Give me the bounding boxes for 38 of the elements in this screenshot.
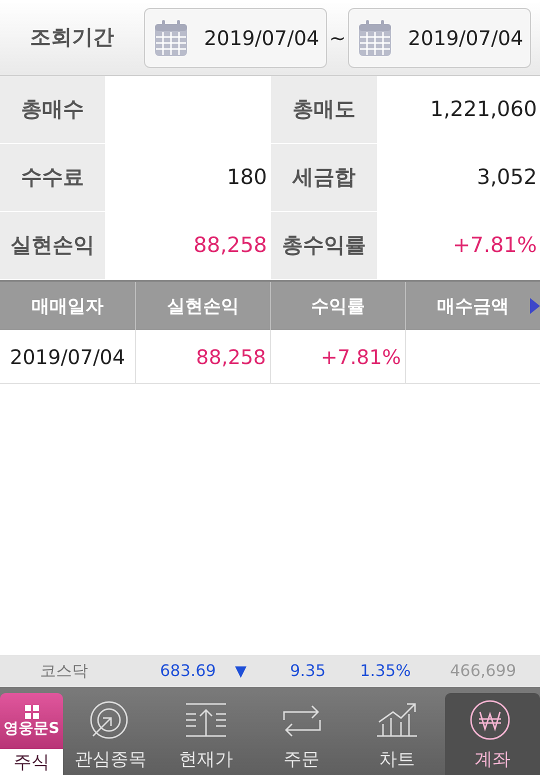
nav-tab[interactable]: 주문 — [254, 693, 350, 775]
nav-tab[interactable]: 차트 — [349, 693, 445, 775]
date-picker[interactable]: 2019/07/04 — [144, 8, 327, 68]
summary-label: 총매도 — [270, 76, 377, 144]
summary-label: 총매수 — [0, 76, 105, 144]
calendar-icon — [358, 18, 392, 56]
column-header: 실현손익 — [167, 294, 239, 318]
app-logo: 영웅문S — [4, 718, 60, 738]
summary-label: 실현손익 — [0, 212, 105, 280]
index-name: 코스닥 — [39, 660, 89, 682]
summary-value: 1,221,060 — [430, 96, 537, 124]
summary-label: 세금합 — [270, 144, 377, 212]
table-cell-text: +7.81% — [320, 344, 401, 370]
summary-label: 총수익률 — [270, 212, 377, 280]
grid-icon — [24, 704, 38, 719]
scroll-right-icon[interactable] — [530, 298, 540, 314]
period-label: 조회기간 — [29, 24, 115, 51]
summary-label: 수수료 — [0, 144, 105, 212]
summary-value: +7.81% — [452, 232, 537, 260]
change-arrow: ▼ — [235, 660, 247, 682]
nav-tab[interactable]: 관심종목 — [63, 693, 158, 775]
summary-value: 88,258 — [194, 232, 267, 260]
table-cell-text: 88,258 — [196, 344, 266, 370]
range-separator: ~ — [328, 24, 347, 52]
summary-value: 3,052 — [476, 164, 537, 192]
calendar-icon — [154, 18, 188, 56]
column-header: 수익률 — [311, 294, 365, 318]
index-rate: 1.35% — [360, 660, 412, 682]
summary-value: 180 — [226, 164, 267, 192]
column-header: 매매일자 — [32, 294, 104, 318]
table-cell-text: 2019/07/04 — [10, 344, 126, 370]
nav-tab[interactable]: 계좌 — [444, 693, 540, 775]
column-header: 매수금액 — [437, 294, 509, 318]
nav-tab[interactable]: 현재가 — [158, 693, 254, 775]
index-value: 683.69 — [159, 660, 217, 682]
date-picker[interactable]: 2019/07/04 — [348, 8, 531, 68]
index-change: 9.35 — [290, 660, 327, 682]
index-volume: 466,699 — [450, 660, 518, 682]
